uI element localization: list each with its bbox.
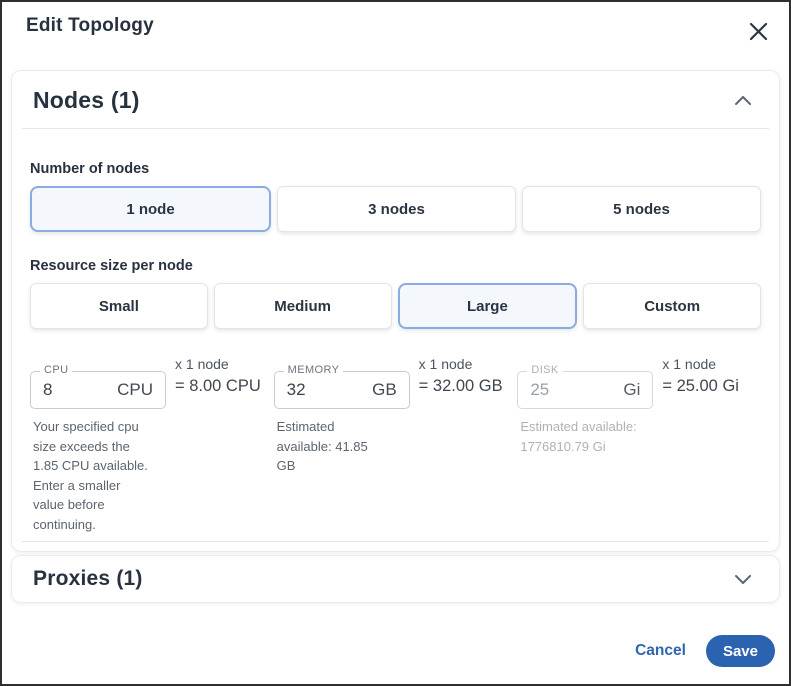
memory-field-group: MEMORY GB x 1 node = 32.00 GB Estimated …	[274, 351, 518, 534]
number-of-nodes-options: 1 node 3 nodes 5 nodes	[30, 186, 761, 232]
cpu-multiplier-text: x 1 node	[175, 354, 261, 375]
memory-helper-text: Estimated available: 41.85 GB	[274, 417, 382, 476]
page-title: Edit Topology	[26, 15, 154, 37]
option-small[interactable]: Small	[30, 283, 208, 329]
cpu-input[interactable]	[31, 380, 117, 400]
nodes-header-divider	[22, 128, 769, 129]
close-icon[interactable]	[744, 17, 773, 46]
option-medium[interactable]: Medium	[214, 283, 392, 329]
resource-size-options: Small Medium Large Custom	[30, 283, 761, 329]
proxies-section-card: Proxies (1)	[11, 555, 780, 603]
memory-multiplier-text: x 1 node	[419, 354, 503, 375]
nodes-accordion-header[interactable]: Nodes (1)	[12, 71, 779, 128]
x-close-icon	[748, 21, 769, 42]
memory-total-text: = 32.00 GB	[419, 375, 503, 398]
disk-input-label: DISK	[527, 364, 562, 376]
disk-multiplier-text: x 1 node	[662, 354, 739, 375]
option-custom[interactable]: Custom	[583, 283, 761, 329]
disk-unit-suffix: Gi	[623, 380, 640, 400]
disk-total-text: = 25.00 Gi	[662, 375, 739, 398]
resource-fields: CPU CPU x 1 node = 8.00 CPU Your specifi…	[30, 351, 761, 534]
nodes-section-card: Nodes (1) Number of nodes 1 node 3 nodes…	[11, 70, 780, 552]
nodes-section-body: Number of nodes 1 node 3 nodes 5 nodes R…	[12, 161, 779, 534]
cpu-helper-text: Your specified cpu size exceeds the 1.85…	[30, 417, 150, 534]
proxies-accordion-header[interactable]: Proxies (1)	[12, 556, 779, 602]
edit-topology-dialog: Edit Topology Nodes (1) Number of nodes …	[0, 0, 791, 686]
chevron-down-icon[interactable]	[735, 575, 751, 584]
memory-input[interactable]	[275, 380, 372, 400]
memory-unit-suffix: GB	[372, 380, 397, 400]
proxies-section-title: Proxies (1)	[33, 567, 143, 591]
chevron-up-icon[interactable]	[735, 96, 751, 105]
dialog-header: Edit Topology	[2, 2, 789, 70]
option-1-node[interactable]: 1 node	[30, 186, 271, 232]
nodes-section-title: Nodes (1)	[33, 87, 140, 114]
disk-field-group: DISK Gi x 1 node = 25.00 Gi Estimated av…	[517, 351, 761, 534]
memory-input-wrapper: MEMORY GB	[274, 371, 410, 409]
cpu-input-label: CPU	[40, 364, 72, 376]
cpu-total-text: = 8.00 CPU	[175, 375, 261, 398]
option-5-nodes[interactable]: 5 nodes	[522, 186, 761, 232]
save-button[interactable]: Save	[706, 635, 775, 667]
cancel-button[interactable]: Cancel	[635, 642, 686, 660]
option-large[interactable]: Large	[398, 283, 578, 329]
disk-helper-text: Estimated available: 1776810.79 Gi	[517, 417, 669, 456]
number-of-nodes-label: Number of nodes	[30, 161, 761, 177]
cpu-unit-suffix: CPU	[117, 380, 153, 400]
disk-input-wrapper: DISK Gi	[517, 371, 653, 409]
dialog-footer: Cancel Save	[2, 603, 789, 667]
memory-input-label: MEMORY	[284, 364, 344, 376]
cpu-field-group: CPU CPU x 1 node = 8.00 CPU Your specifi…	[30, 351, 274, 534]
disk-input	[518, 380, 623, 400]
cpu-input-wrapper: CPU CPU	[30, 371, 166, 409]
resource-size-label: Resource size per node	[30, 258, 761, 274]
option-3-nodes[interactable]: 3 nodes	[277, 186, 516, 232]
